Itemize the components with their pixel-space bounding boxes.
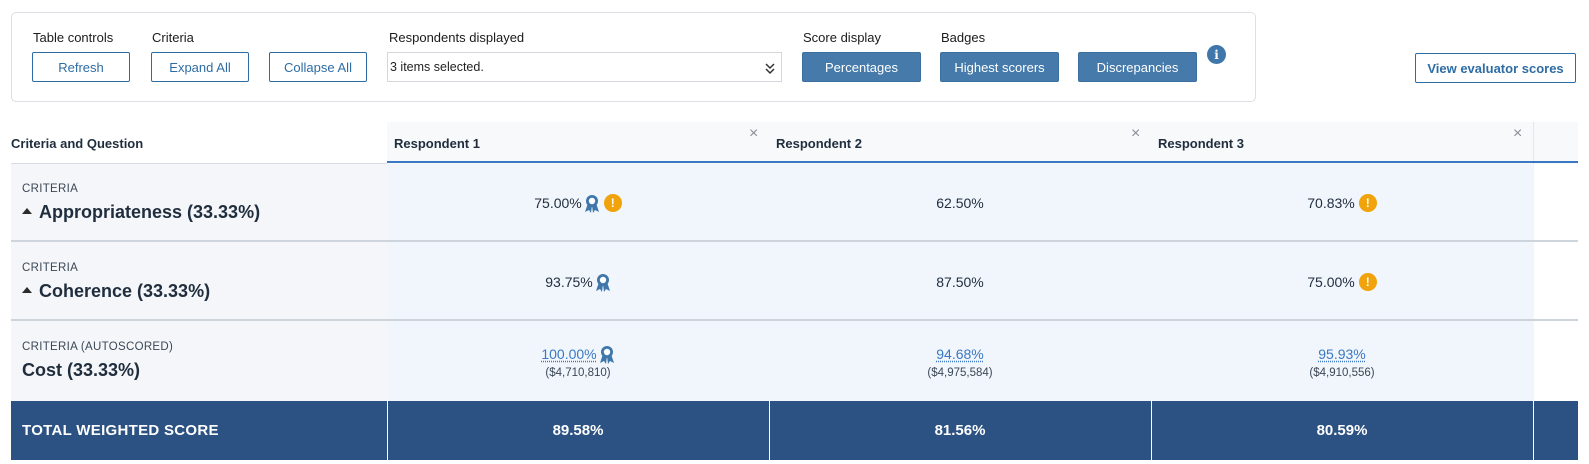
ribbon-icon (595, 273, 610, 292)
ribbon-icon (599, 345, 614, 364)
respondent-3-header: Respondent 3 (1151, 122, 1533, 164)
respondent-1-header: Respondent 1 (387, 122, 769, 164)
view-evaluator-scores-button[interactable]: View evaluator scores (1415, 53, 1576, 83)
score-cell: 87.50% (769, 271, 1151, 293)
expand-all-button[interactable]: Expand All (151, 52, 249, 82)
ribbon-icon (584, 194, 599, 213)
cost-value: ($4,975,584) (927, 367, 993, 379)
total-score: 89.58% (552, 422, 604, 439)
header-tail (1533, 122, 1578, 164)
close-icon[interactable]: × (1513, 126, 1522, 142)
score-value: 62.50% (936, 195, 984, 211)
score-link[interactable]: 95.93% (1318, 346, 1365, 362)
cost-value: ($4,910,556) (1309, 367, 1375, 379)
criteria-name: Appropriateness (33.33%) (39, 202, 261, 222)
score-cell: 75.00% ! (1151, 271, 1533, 293)
score-value: 87.50% (936, 274, 984, 290)
score-cell: 93.75% (387, 271, 769, 293)
respondents-displayed-label: Respondents displayed (389, 30, 525, 45)
refresh-button[interactable]: Refresh (32, 52, 130, 82)
criteria-type-label: CRITERIA (22, 183, 79, 195)
cost-value: ($4,710,810) (545, 367, 611, 379)
criteria-cost: Cost (33.33%) (22, 360, 140, 381)
respondents-select-value: 3 items selected. (390, 60, 484, 74)
score-cell: 95.93% (1151, 343, 1533, 365)
criteria-label: Criteria (152, 30, 194, 45)
criteria-type-label: CRITERIA (AUTOSCORED) (22, 341, 174, 353)
info-icon[interactable]: i (1207, 45, 1226, 64)
score-value: 75.00% (534, 195, 582, 211)
score-cell: 94.68% (769, 343, 1151, 365)
score-link[interactable]: 100.00% (541, 346, 596, 362)
score-display-label: Score display (803, 30, 882, 45)
table-controls-label: Table controls (33, 30, 114, 45)
warning-icon: ! (1358, 273, 1377, 291)
close-icon[interactable]: × (1131, 126, 1140, 142)
caret-up-icon[interactable] (22, 207, 32, 214)
total-score: 81.56% (934, 422, 986, 439)
score-value: 93.75% (545, 274, 593, 290)
badges-label: Badges (941, 30, 986, 45)
percentages-button[interactable]: Percentages (802, 52, 921, 82)
respondents-select[interactable]: 3 items selected. (387, 52, 782, 82)
discrepancies-button[interactable]: Discrepancies (1078, 52, 1197, 82)
warning-icon: ! (603, 194, 622, 212)
respondent-2-header: Respondent 2 (769, 122, 1151, 164)
criteria-question-header: Criteria and Question (11, 135, 144, 151)
score-cell: 100.00% (387, 343, 769, 365)
score-link[interactable]: 94.68% (936, 346, 983, 362)
criteria-coherence[interactable]: Coherence (33.33%) (22, 281, 210, 302)
column-divider (1533, 401, 1534, 460)
highest-scorers-button[interactable]: Highest scorers (940, 52, 1059, 82)
collapse-all-button[interactable]: Collapse All (269, 52, 367, 82)
criteria-name: Cost (33.33%) (22, 360, 141, 380)
criteria-appropriateness[interactable]: Appropriateness (33.33%) (22, 202, 260, 223)
total-score: 80.59% (1316, 422, 1368, 439)
score-value: 70.83% (1307, 195, 1355, 211)
caret-up-icon[interactable] (22, 286, 32, 293)
score-value: 75.00% (1307, 274, 1355, 290)
table-controls-panel: Table controls Refresh Criteria Expand A… (11, 12, 1256, 102)
score-cell: 62.50% (769, 192, 1151, 214)
criteria-type-label: CRITERIA (22, 262, 79, 274)
score-cell: 70.83% ! (1151, 192, 1533, 214)
close-icon[interactable]: × (749, 126, 758, 142)
score-cell: 75.00% ! (387, 192, 769, 214)
warning-icon: ! (1358, 194, 1377, 212)
total-weighted-score-label: TOTAL WEIGHTED SCORE (22, 422, 219, 439)
header-accent-line (387, 161, 1578, 163)
double-chevron-down-icon (765, 63, 775, 75)
criteria-name: Coherence (33.33%) (39, 281, 211, 301)
